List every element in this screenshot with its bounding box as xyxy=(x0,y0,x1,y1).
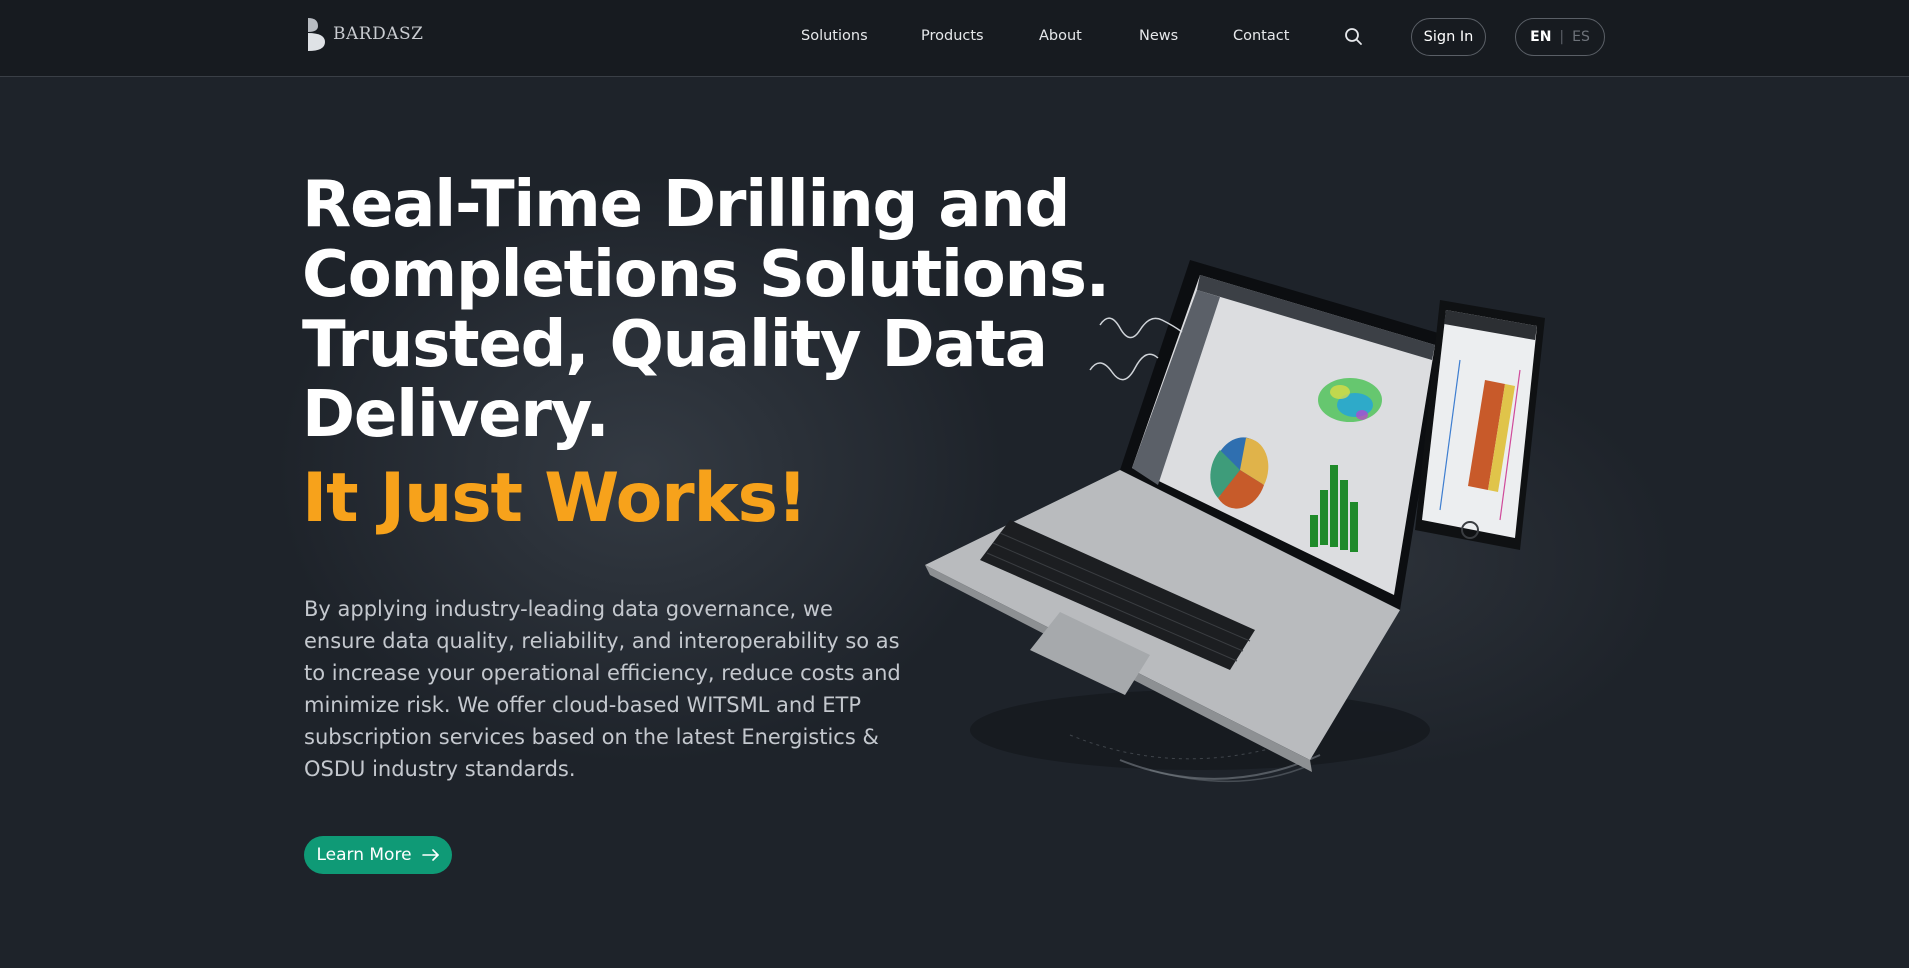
learn-more-label: Learn More xyxy=(316,845,412,865)
learn-more-button[interactable]: Learn More xyxy=(304,836,452,874)
screen-scatter-plot xyxy=(1318,378,1382,422)
hero-description: By applying industry-leading data govern… xyxy=(304,597,901,781)
hero-tagline: It Just Works! xyxy=(302,459,808,538)
nav-item-news[interactable]: News xyxy=(1139,28,1178,44)
language-switcher: EN | ES xyxy=(1515,18,1605,56)
search-icon xyxy=(1345,28,1362,45)
site-header: BARDASZ Solutions Products About News Co… xyxy=(0,0,1909,77)
sign-in-button[interactable]: Sign In xyxy=(1411,18,1486,56)
logo-text: BARDASZ xyxy=(333,24,424,44)
page: BARDASZ Solutions Products About News Co… xyxy=(0,0,1909,968)
arrow-right-icon xyxy=(421,849,439,861)
nav-item-solutions[interactable]: Solutions xyxy=(801,28,868,44)
lang-en-option[interactable]: EN xyxy=(1530,29,1551,45)
search-button[interactable] xyxy=(1343,26,1365,48)
laptop-phone-illustration xyxy=(925,260,1545,783)
lang-separator: | xyxy=(1559,29,1565,45)
logo-mark-icon xyxy=(308,18,325,51)
nav-item-products[interactable]: Products xyxy=(921,28,984,44)
logo[interactable]: BARDASZ xyxy=(305,16,423,52)
lang-es-option[interactable]: ES xyxy=(1572,29,1590,45)
nav-item-contact[interactable]: Contact xyxy=(1233,28,1289,44)
nav-item-about[interactable]: About xyxy=(1039,28,1082,44)
headline-line: Real-Time Drilling and xyxy=(302,168,1070,242)
